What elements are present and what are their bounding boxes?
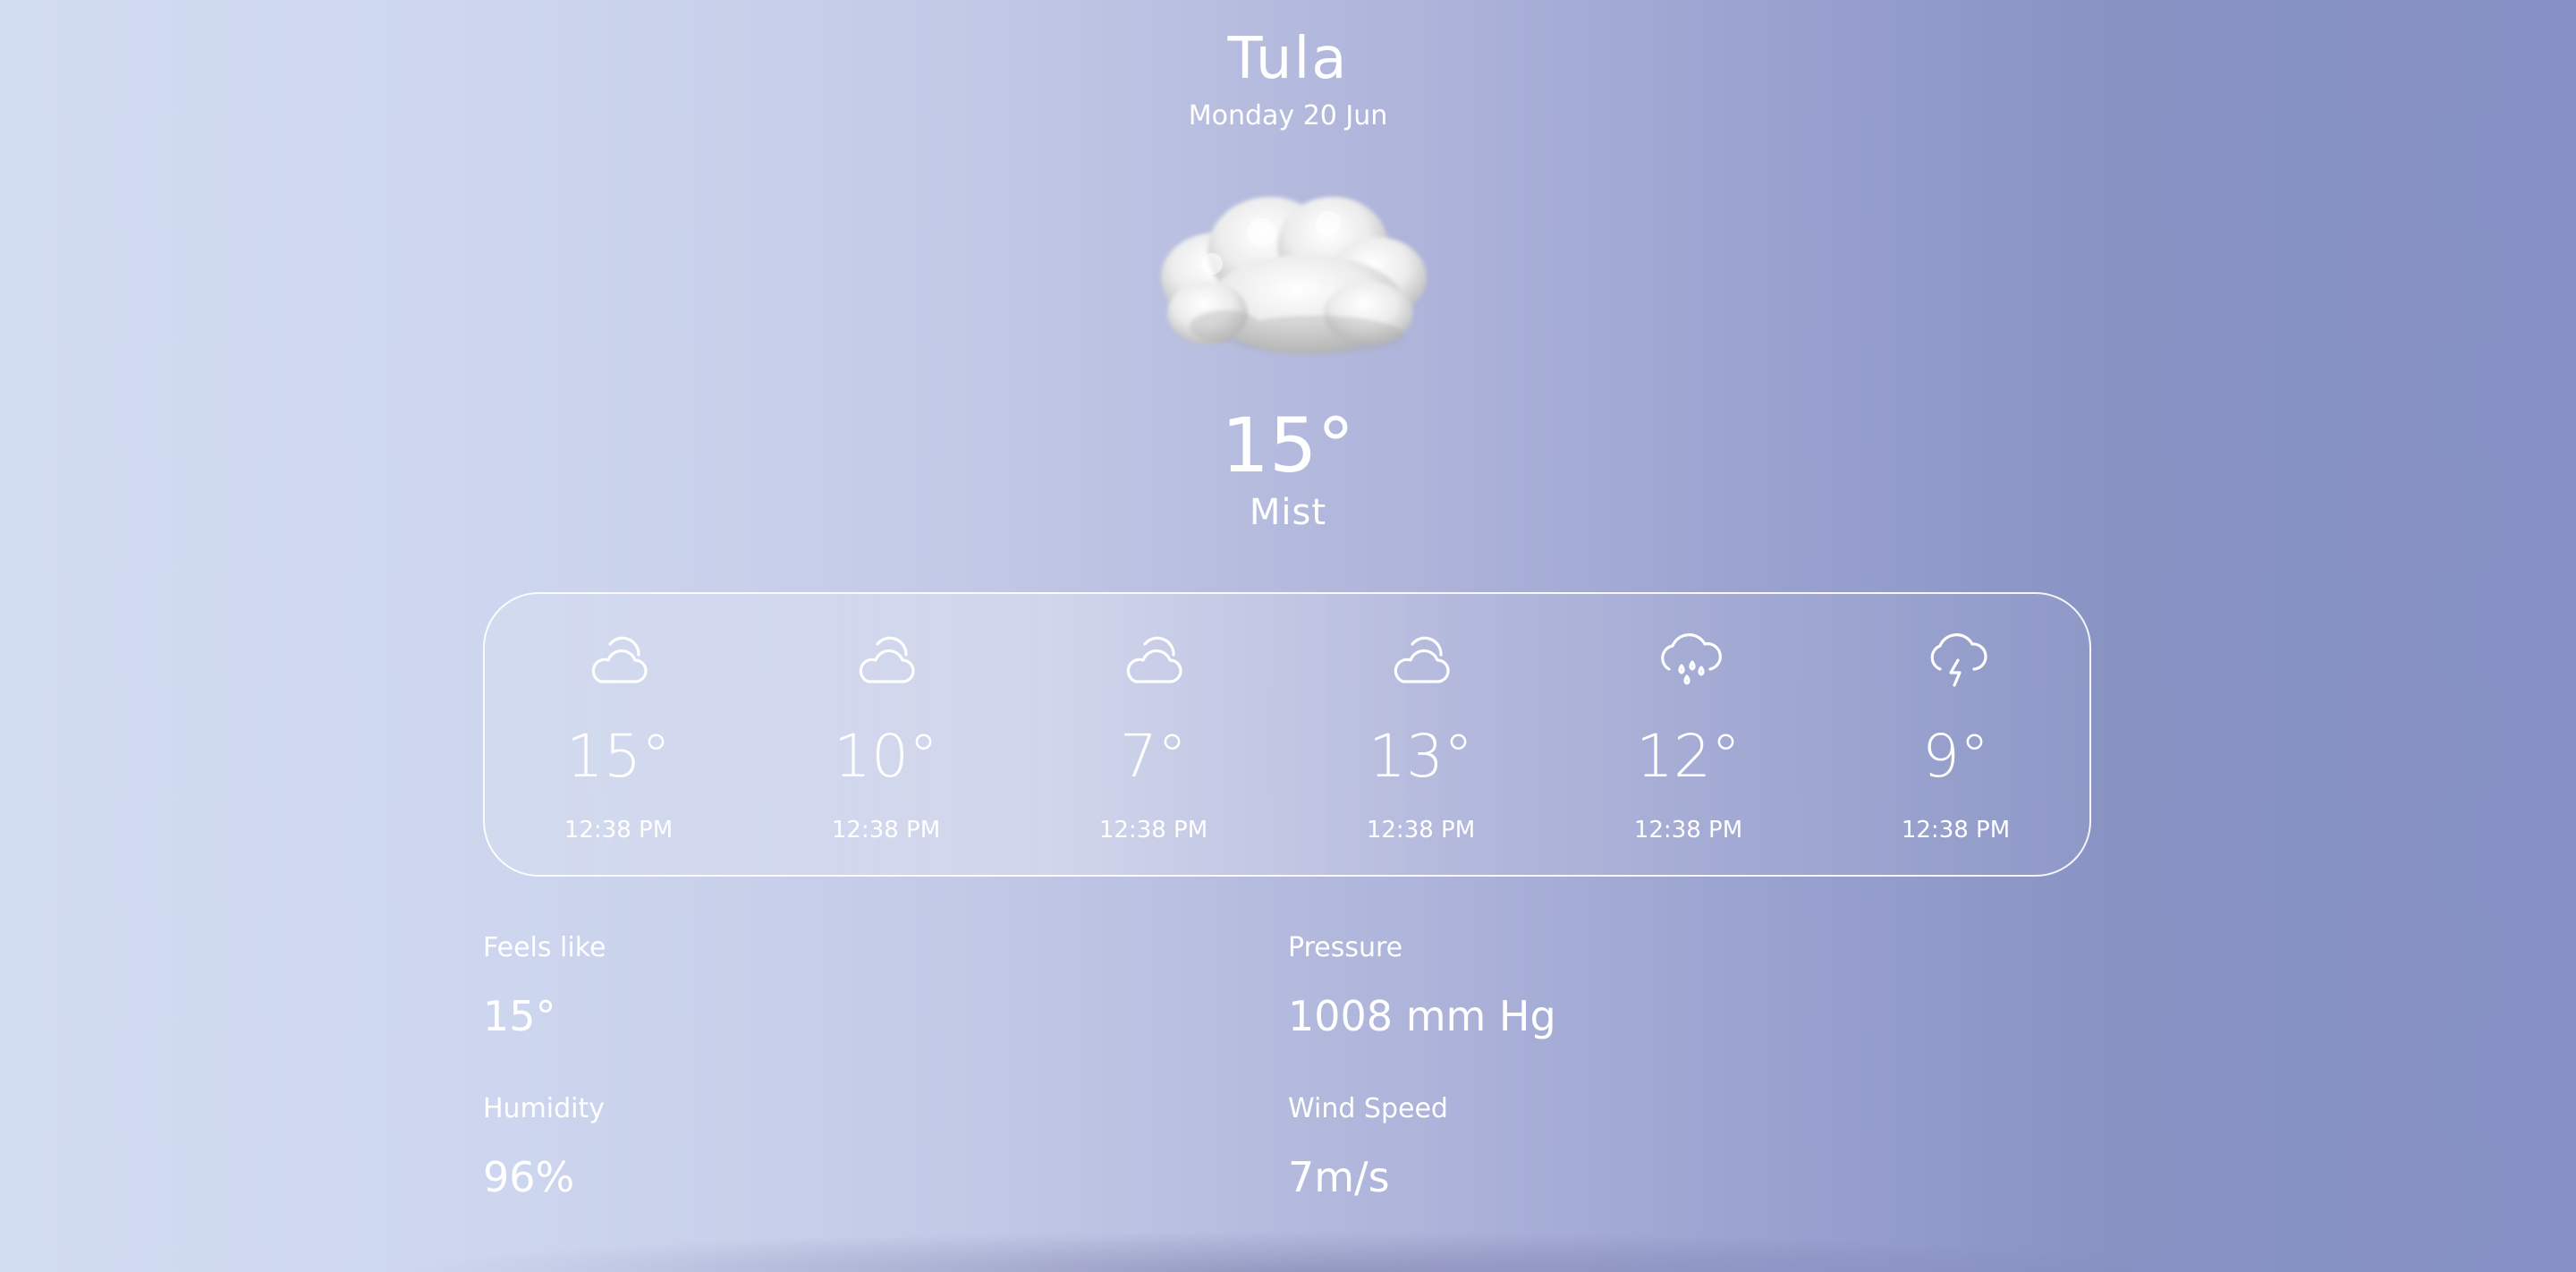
- partly-cloudy-icon: [1126, 636, 1182, 683]
- pressure-value: 1008 mm Hg: [1288, 992, 1556, 1040]
- forecast-item: 13° 12:38 PM: [1287, 594, 1555, 875]
- current-date: Monday 20 Jun: [1188, 100, 1388, 131]
- feels-like-stat: Feels like 15°: [483, 930, 1199, 1041]
- forecast-temperature: 12°: [1636, 722, 1741, 791]
- humidity-label: Humidity: [483, 1093, 606, 1124]
- hourly-forecast: 15° 12:38 PM 10° 12:38 PM 7° 12:38 PM 13…: [483, 592, 2091, 877]
- pressure-label: Pressure: [1288, 932, 1403, 963]
- forecast-item: 15° 12:38 PM: [485, 594, 752, 875]
- cloud-icon: [1161, 197, 1427, 355]
- feels-like-label: Feels like: [483, 932, 606, 963]
- forecast-temperature: 10°: [834, 722, 938, 791]
- forecast-time: 12:38 PM: [1366, 817, 1476, 844]
- forecast-temperature: 15°: [566, 722, 671, 791]
- current-condition: Mist: [1249, 492, 1327, 533]
- partly-cloudy-icon: [591, 636, 648, 683]
- forecast-time: 12:38 PM: [1633, 817, 1743, 844]
- pressure-stat: Pressure 1008 mm Hg: [1288, 930, 2004, 1041]
- current-weather: 15° Mist: [0, 401, 2576, 535]
- wind-speed-stat: Wind Speed 7m/s: [1288, 1091, 2004, 1202]
- humidity-value: 96%: [483, 1153, 575, 1201]
- thunder-cloud-icon: [1930, 633, 1987, 687]
- forecast-item: 10° 12:38 PM: [752, 594, 1020, 875]
- partly-cloudy-icon: [1394, 636, 1450, 683]
- forecast-item: 12° 12:38 PM: [1555, 594, 1822, 875]
- forecast-time: 12:38 PM: [1901, 817, 2011, 844]
- forecast-temperature: 9°: [1922, 722, 1989, 791]
- forecast-time: 12:38 PM: [1098, 817, 1208, 844]
- forecast-item: 9° 12:38 PM: [1822, 594, 2089, 875]
- wind-speed-label: Wind Speed: [1288, 1093, 1448, 1124]
- rain-cloud-icon: [1660, 633, 1722, 685]
- forecast-temperature: 13°: [1368, 722, 1473, 791]
- wind-speed-value: 7m/s: [1288, 1153, 1390, 1201]
- bottom-shadow: [394, 1231, 2182, 1272]
- humidity-stat: Humidity 96%: [483, 1091, 1199, 1202]
- forecast-temperature: 7°: [1120, 722, 1187, 791]
- feels-like-value: 15°: [483, 992, 556, 1040]
- forecast-item: 7° 12:38 PM: [1020, 594, 1287, 875]
- location-header: Tula Monday 20 Jun: [0, 21, 2576, 134]
- forecast-time: 12:38 PM: [831, 817, 941, 844]
- forecast-time: 12:38 PM: [564, 817, 674, 844]
- weather-details: Feels like 15° Pressure 1008 mm Hg Humid…: [483, 930, 2093, 1243]
- partly-cloudy-icon: [859, 636, 915, 683]
- city-name: Tula: [1227, 26, 1349, 92]
- current-temperature: 15°: [1221, 402, 1355, 489]
